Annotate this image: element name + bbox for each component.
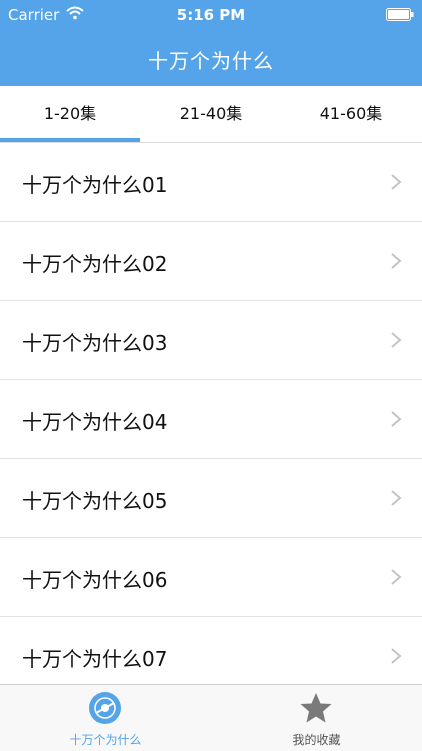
- chevron-right-icon: [391, 253, 402, 269]
- status-bar: Carrier 5:16 PM: [0, 0, 422, 30]
- bottom-tab-bar: 十万个为什么 我的收藏: [0, 684, 422, 751]
- disc-icon: [89, 692, 121, 724]
- tabbar-label-favorites: 我的收藏: [292, 733, 341, 747]
- tab-21-40[interactable]: 21-40集: [141, 86, 281, 142]
- tabbar-item-home[interactable]: 十万个为什么: [0, 685, 211, 751]
- chevron-right-icon: [391, 569, 402, 585]
- nav-bar: 十万个为什么: [0, 30, 422, 86]
- list-item[interactable]: 十万个为什么02: [0, 222, 422, 301]
- battery-icon: [386, 8, 414, 21]
- star-icon: [300, 693, 332, 723]
- list-item-title: 十万个为什么07: [22, 647, 168, 671]
- tabbar-label-home: 十万个为什么: [69, 733, 142, 747]
- chevron-right-icon: [391, 411, 402, 427]
- chevron-right-icon: [391, 174, 402, 190]
- list-item-title: 十万个为什么01: [22, 173, 168, 197]
- list-item[interactable]: 十万个为什么07: [0, 617, 422, 684]
- episode-list: 十万个为什么01 十万个为什么02 十万个为什么03 十万个为什么04 十万个为…: [0, 143, 422, 684]
- list-item-title: 十万个为什么04: [22, 410, 168, 434]
- list-item-title: 十万个为什么05: [22, 489, 168, 513]
- list-item[interactable]: 十万个为什么06: [0, 538, 422, 617]
- list-item[interactable]: 十万个为什么05: [0, 459, 422, 538]
- list-item[interactable]: 十万个为什么03: [0, 301, 422, 380]
- tab-selected-indicator: [0, 138, 140, 142]
- chevron-right-icon: [391, 332, 402, 348]
- list-item[interactable]: 十万个为什么01: [0, 143, 422, 222]
- tab-1-20[interactable]: 1-20集: [0, 86, 140, 142]
- list-item-title: 十万个为什么03: [22, 331, 168, 355]
- list-item[interactable]: 十万个为什么04: [0, 380, 422, 459]
- list-item-title: 十万个为什么06: [22, 568, 168, 592]
- tabbar-item-favorites[interactable]: 我的收藏: [211, 685, 422, 751]
- chevron-right-icon: [391, 490, 402, 506]
- page-title: 十万个为什么: [148, 49, 274, 73]
- tab-41-60[interactable]: 41-60集: [281, 86, 421, 142]
- status-time: 5:16 PM: [176, 6, 246, 24]
- chevron-right-icon: [391, 648, 402, 664]
- list-item-title: 十万个为什么02: [22, 252, 168, 276]
- episode-tabs: 1-20集 21-40集 41-60集: [0, 86, 422, 143]
